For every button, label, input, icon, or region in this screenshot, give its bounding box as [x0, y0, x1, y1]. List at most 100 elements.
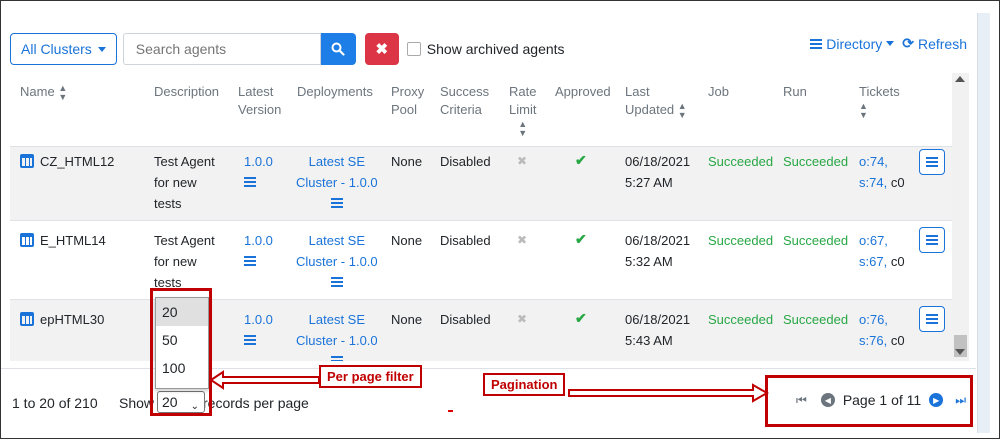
description-cell: Test Agent for new tests — [154, 233, 215, 290]
row-menu-button[interactable] — [919, 227, 945, 253]
proxy-pool-cell: None — [391, 154, 423, 169]
version-link[interactable]: 1.0.0 — [244, 309, 273, 330]
tickets-success-link[interactable]: s:76, — [859, 333, 887, 348]
agent-name-cell[interactable]: CZ_HTML12 — [20, 151, 114, 172]
agent-name-cell[interactable]: E_HTML14 — [20, 230, 106, 251]
sort-icon: ▲ ▼ — [518, 118, 528, 138]
row-menu-button[interactable] — [919, 149, 945, 175]
list-icon[interactable] — [244, 177, 256, 187]
deployment-cell: Latest SE Cluster - 1.0.0 — [296, 230, 378, 293]
page-scroll-track — [977, 13, 990, 433]
deployment-link[interactable]: Latest SE Cluster - 1.0.0 — [296, 230, 378, 272]
col-header-run: Run — [783, 84, 807, 99]
list-icon — [926, 235, 938, 245]
calendar-icon — [20, 312, 34, 326]
sort-icon: ▲ ▼ — [677, 100, 687, 120]
deployment-link[interactable]: Latest SE Cluster - 1.0.0 — [296, 309, 378, 351]
clear-search-button[interactable]: ✖ — [364, 33, 399, 65]
version-link[interactable]: 1.0.0 — [244, 230, 273, 251]
tickets-cell: o:74, s:74, c0 — [859, 151, 905, 193]
col-header-success-criteria: Success Criteria — [440, 84, 490, 117]
records-per-page-label: records per page — [203, 395, 309, 411]
col-header-job: Job — [708, 84, 729, 99]
proxy-pool-cell: None — [391, 312, 423, 327]
list-icon — [810, 38, 823, 49]
col-header-last-updated[interactable]: Last Updated ▲ ▼ — [625, 83, 687, 120]
agents-toolbar: All Clusters ✖ Show archived agents — [10, 32, 565, 66]
col-header-rate-limit[interactable]: Rate Limit ▲ ▼ — [509, 83, 536, 138]
list-icon[interactable] — [330, 198, 343, 208]
tickets-success-link[interactable]: s:74, — [859, 175, 887, 190]
all-clusters-label: All Clusters — [21, 41, 92, 57]
tickets-open-link[interactable]: o:76, — [859, 309, 905, 330]
job-status: Succeeded — [708, 312, 774, 327]
search-icon — [331, 42, 345, 56]
chevron-down-icon — [97, 46, 106, 52]
last-updated-cell: 06/18/2021 5:43 AM — [625, 312, 691, 348]
success-criteria-cell: Disabled — [440, 312, 491, 327]
show-archived-toggle[interactable]: Show archived agents — [406, 41, 565, 57]
col-header-description: Description — [154, 84, 220, 99]
deployment-link[interactable]: Latest SE Cluster - 1.0.0 — [296, 151, 378, 193]
refresh-label: Refresh — [917, 35, 967, 52]
list-icon[interactable] — [330, 277, 343, 287]
run-status: Succeeded — [783, 233, 849, 248]
footer-divider — [1, 368, 976, 369]
col-header-proxy-pool: Proxy Pool — [391, 84, 425, 117]
proxy-pool-cell: None — [391, 233, 423, 248]
tickets-cell: o:67, s:67, c0 — [859, 230, 905, 272]
tickets-success-link[interactable]: s:67, — [859, 254, 887, 269]
col-header-latest-version: Latest Version — [238, 84, 282, 117]
run-status: Succeeded — [783, 312, 849, 327]
version-cell: 1.0.0 — [244, 230, 273, 272]
list-icon[interactable] — [244, 335, 256, 345]
scroll-down-arrow-icon[interactable] — [955, 349, 965, 355]
show-archived-label: Show archived agents — [426, 41, 565, 57]
last-updated-cell: 06/18/2021 5:27 AM — [625, 154, 691, 190]
red-mark — [448, 410, 453, 412]
list-icon — [926, 314, 938, 324]
scroll-up-arrow-icon[interactable] — [955, 76, 965, 82]
agent-name-cell[interactable]: epHTML30 — [20, 309, 104, 330]
approved-check-icon: ✔ — [575, 231, 587, 247]
job-status: Succeeded — [708, 233, 774, 248]
refresh-icon: ⟳ — [902, 35, 914, 51]
list-icon[interactable] — [330, 356, 343, 361]
chevron-down-icon — [886, 41, 895, 46]
version-cell: 1.0.0 — [244, 309, 273, 351]
close-icon: ✖ — [375, 41, 389, 58]
pagination-highlight-box — [765, 375, 973, 427]
refresh-button[interactable]: ⟳ Refresh — [902, 35, 967, 52]
approved-check-icon: ✔ — [575, 152, 587, 168]
rate-limit-x-icon: ✖ — [517, 312, 528, 326]
pagination-annotation: Pagination — [483, 373, 566, 396]
deployment-cell: Latest SE Cluster - 1.0.0 — [296, 309, 378, 361]
calendar-icon — [20, 154, 34, 168]
version-link[interactable]: 1.0.0 — [244, 151, 273, 172]
screenshot-frame: All Clusters ✖ Show archived agents Dire… — [0, 0, 1000, 439]
deployment-cell: Latest SE Cluster - 1.0.0 — [296, 151, 378, 214]
directory-menu-button[interactable]: Directory — [810, 35, 895, 52]
list-icon — [926, 157, 938, 167]
search-button[interactable] — [320, 33, 356, 65]
run-status: Succeeded — [783, 154, 849, 169]
rate-limit-x-icon: ✖ — [517, 233, 528, 247]
col-header-approved: Approved — [555, 84, 611, 99]
table-scrollbar[interactable] — [952, 73, 969, 361]
calendar-icon — [20, 233, 34, 247]
tickets-open-link[interactable]: o:74, — [859, 151, 905, 172]
show-archived-checkbox[interactable] — [406, 42, 421, 56]
row-menu-button[interactable] — [919, 306, 945, 332]
rate-limit-x-icon: ✖ — [517, 154, 528, 168]
tickets-open-link[interactable]: o:67, — [859, 230, 905, 251]
tickets-cell: o:76, s:76, c0 — [859, 309, 905, 351]
directory-label: Directory — [826, 35, 883, 52]
sort-icon: ▲ ▼ — [859, 100, 868, 120]
search-input[interactable] — [122, 33, 321, 65]
per-page-arrow-icon — [209, 370, 320, 390]
table-header: Name ▲ ▼ Description Latest Version Deplo… — [10, 71, 952, 146]
col-header-tickets[interactable]: Tickets ▲ ▼ — [859, 83, 900, 120]
list-icon[interactable] — [244, 256, 256, 266]
col-header-name[interactable]: Name ▲ ▼ — [20, 83, 67, 102]
all-clusters-dropdown[interactable]: All Clusters — [10, 33, 117, 65]
